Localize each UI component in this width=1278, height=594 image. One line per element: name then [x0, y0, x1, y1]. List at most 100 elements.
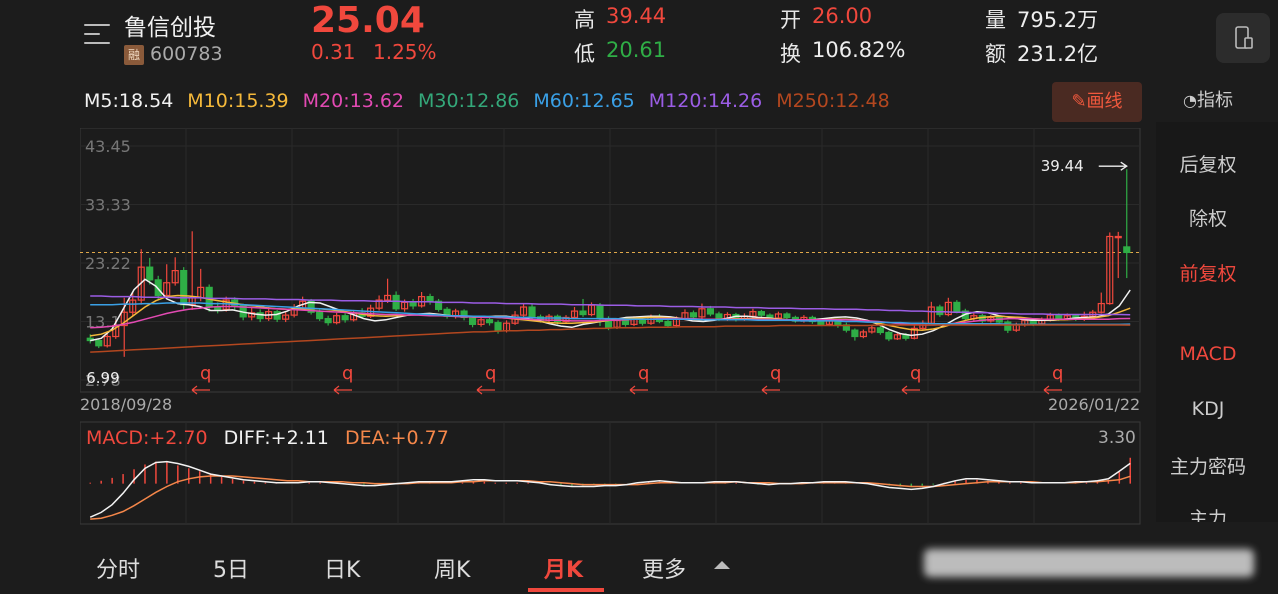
- price-change: 0.31: [311, 40, 356, 64]
- dea-value: DEA:+0.77: [344, 427, 449, 449]
- y-tick-label: 23.22: [85, 254, 131, 273]
- ma-legend-item: M30:12.86: [418, 90, 520, 112]
- candle-body: [579, 310, 587, 316]
- candle-body: [936, 306, 944, 316]
- kline-chart[interactable]: 43.4533.3323.2213.12.7839.446.99 q q q q q q q: [80, 128, 1142, 528]
- candle-body: [621, 319, 630, 325]
- min-price-label: 6.99: [86, 369, 119, 387]
- ex-rights-marker: q: [638, 363, 649, 384]
- active-tab-indicator: [528, 588, 604, 592]
- candle-body: [1114, 235, 1122, 239]
- tab-5-day[interactable]: 5日: [213, 552, 249, 584]
- candle-body: [757, 311, 766, 316]
- candle-body: [468, 316, 477, 325]
- draw-line-label: 画线: [1086, 91, 1123, 112]
- ex-rights-marker: q: [770, 363, 781, 384]
- amount-value: 231.2亿: [1017, 42, 1099, 66]
- ma-legend-item: M10:15.39: [187, 90, 289, 112]
- high-label: 高: [574, 8, 595, 32]
- ex-rights-marker: q: [342, 363, 353, 384]
- macd-max-label: 3.30: [1098, 428, 1136, 448]
- draw-line-button[interactable]: ✎画线: [1052, 82, 1142, 122]
- current-price: 25.04: [311, 0, 425, 41]
- candle-body: [324, 317, 332, 324]
- candle-body: [341, 315, 349, 321]
- indicator-button[interactable]: ◔指标: [1183, 86, 1233, 112]
- ma-legend-item: M20:13.62: [302, 90, 405, 112]
- side-item-ex-rights[interactable]: 除权: [1156, 204, 1260, 231]
- date-start-label: 2018/09/28: [80, 395, 173, 414]
- candle-body: [783, 313, 791, 319]
- candle-body: [817, 320, 825, 325]
- ex-rights-arrow: [333, 385, 352, 395]
- stock-name: 鲁信创投: [124, 15, 216, 41]
- macd-value: MACD:+2.70: [86, 427, 208, 449]
- candle-body: [392, 294, 400, 310]
- stock-code: 600783: [150, 43, 223, 65]
- ex-rights-marker: q: [200, 363, 211, 384]
- amount-label: 额: [985, 42, 1006, 66]
- phone-icon: [1235, 26, 1253, 49]
- side-item-backward-adjust[interactable]: 后复权: [1156, 150, 1260, 177]
- tab-intraday[interactable]: 分时: [96, 552, 140, 584]
- low-value: 20.61: [606, 38, 667, 62]
- high-value: 39.44: [606, 4, 667, 28]
- device-settings-button[interactable]: [1216, 13, 1270, 63]
- candle-body: [528, 306, 536, 318]
- candle-body: [1123, 246, 1131, 254]
- side-item-kdj[interactable]: KDJ: [1156, 398, 1260, 420]
- watermark-logo: [924, 549, 1254, 577]
- menu-icon[interactable]: [84, 24, 110, 48]
- y-tick-label: 33.33: [85, 196, 131, 215]
- caret-up-icon[interactable]: [714, 561, 730, 569]
- price-change-pct: 1.25%: [373, 40, 437, 64]
- tab-more[interactable]: 更多: [642, 552, 686, 584]
- side-item-main-force-code[interactable]: 主力密码: [1156, 452, 1260, 479]
- candle-body: [180, 270, 188, 306]
- max-price-label: 39.44: [1041, 157, 1084, 175]
- side-item-forward-adjust[interactable]: 前复权: [1156, 259, 1260, 286]
- volume-value: 795.2万: [1017, 8, 1099, 32]
- candle-body: [1055, 314, 1063, 320]
- tab-weekly-k[interactable]: 周K: [434, 552, 470, 584]
- candle-body: [885, 331, 893, 340]
- moving-average-legend: M5:18.54 M10:15.39 M20:13.62 M30:12.86 M60:1…: [84, 90, 904, 112]
- candle-body: [851, 329, 859, 338]
- ex-rights-marker: q: [1052, 363, 1063, 384]
- margin-trading-badge: 融: [124, 45, 144, 65]
- candle-body: [426, 296, 434, 302]
- candle-body: [485, 319, 494, 324]
- side-panel: 后复权 除权 前复权 MACD KDJ 主力密码 主力: [1156, 122, 1278, 522]
- candle-body: [706, 308, 715, 315]
- candle-body: [95, 339, 103, 347]
- ex-rights-arrow: [761, 385, 780, 395]
- candle-body: [596, 304, 604, 320]
- date-end-label: 2026/01/22: [1048, 395, 1141, 414]
- ma-legend-item: M60:12.65: [533, 90, 635, 112]
- candle-body: [876, 327, 884, 334]
- ex-rights-marker: q: [910, 363, 921, 384]
- ex-rights-arrow: [476, 385, 495, 395]
- diff-value: DIFF:+2.11: [223, 427, 329, 449]
- candle-body: [715, 313, 723, 320]
- open-value: 26.00: [812, 4, 873, 28]
- gauge-icon: ◔: [1183, 91, 1197, 110]
- indicator-label: 指标: [1196, 90, 1233, 111]
- side-item-macd[interactable]: MACD: [1156, 343, 1260, 365]
- pencil-icon: ✎: [1071, 91, 1087, 112]
- ex-rights-arrow: [629, 385, 648, 395]
- candle-body: [664, 320, 672, 327]
- y-tick-label: 43.45: [85, 137, 131, 156]
- ex-rights-arrow: [1043, 385, 1062, 395]
- ex-rights-marker: q: [485, 363, 496, 384]
- turnover-value: 106.82%: [812, 38, 906, 62]
- candle-body: [1004, 321, 1012, 331]
- side-item-main-force[interactable]: 主力: [1156, 504, 1260, 522]
- open-label: 开: [780, 8, 801, 32]
- tab-monthly-k[interactable]: 月K: [544, 552, 583, 584]
- turnover-label: 换: [780, 42, 801, 66]
- macd-legend: MACD:+2.70 DIFF:+2.11 DEA:+0.77: [86, 427, 459, 449]
- low-label: 低: [574, 42, 595, 66]
- tab-daily-k[interactable]: 日K: [324, 552, 360, 584]
- candle-body: [953, 301, 961, 312]
